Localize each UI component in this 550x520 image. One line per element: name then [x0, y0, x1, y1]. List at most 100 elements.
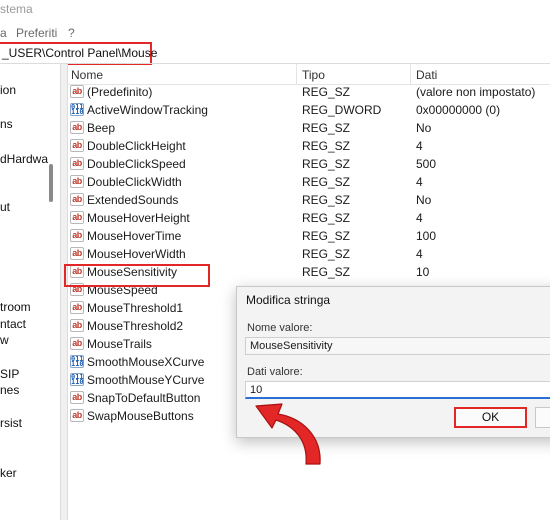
table-row[interactable]: ab (Predefinito) REG_SZ (valore non imposta… — [67, 83, 550, 101]
row-data: 100 — [416, 229, 437, 243]
row-name: MouseTrails — [87, 337, 152, 351]
mousesensitivity-highlight — [64, 264, 210, 287]
menu-item-favorites[interactable]: Preferiti — [16, 26, 57, 40]
row-data: 4 — [416, 211, 423, 225]
tree-item[interactable]: ntact — [0, 317, 26, 331]
string-value-icon: ab — [70, 337, 84, 350]
menu-item-file[interactable]: a — [0, 26, 7, 40]
string-value-icon: ab — [70, 229, 84, 242]
string-value-icon: ab — [70, 85, 84, 98]
value-name-label: Nome valore: — [247, 322, 313, 334]
tree-item[interactable]: SIP — [0, 367, 19, 381]
row-data: (valore non impostato) — [416, 85, 536, 99]
row-type: REG_SZ — [302, 211, 351, 225]
tree-item[interactable]: nes — [0, 383, 19, 397]
table-row[interactable]: ab DoubleClickSpeed REG_SZ 500 — [67, 155, 550, 173]
row-type: REG_SZ — [302, 247, 351, 261]
table-row[interactable]: ab MouseHoverHeight REG_SZ 4 — [67, 209, 550, 227]
string-value-icon: ab — [70, 121, 84, 134]
string-value-icon: ab — [70, 193, 84, 206]
row-data: 10 — [416, 265, 430, 279]
cancel-button[interactable] — [535, 407, 550, 428]
tree-item[interactable]: ut — [0, 200, 10, 214]
row-data: 500 — [416, 157, 437, 171]
row-type: REG_SZ — [302, 265, 351, 279]
table-row[interactable]: ab DoubleClickHeight REG_SZ 4 — [67, 137, 550, 155]
row-data: 0x00000000 (0) — [416, 103, 501, 117]
menu-item-help[interactable]: ? — [68, 26, 75, 40]
string-value-icon: ab — [70, 139, 84, 152]
row-name: MouseHoverTime — [87, 229, 182, 243]
value-data-label: Dati valore: — [247, 366, 303, 378]
row-name: MouseHoverHeight — [87, 211, 190, 225]
row-type: REG_SZ — [302, 121, 351, 135]
row-name: Beep — [87, 121, 116, 135]
list-header: Nome Tipo Dati — [67, 64, 550, 85]
string-value-icon: ab — [70, 175, 84, 188]
tree-item[interactable]: w — [0, 333, 9, 347]
binary-value-icon: 011 110 — [70, 355, 84, 368]
string-value-icon: ab — [70, 247, 84, 260]
column-header-type[interactable]: Tipo — [302, 68, 325, 82]
string-value-icon: ab — [70, 301, 84, 314]
tree-item[interactable]: troom — [0, 300, 31, 314]
value-name-field: MouseSensitivity — [245, 337, 550, 355]
column-divider[interactable] — [296, 64, 297, 84]
row-data: 4 — [416, 139, 423, 153]
row-data: No — [416, 121, 432, 135]
string-value-icon: ab — [70, 211, 84, 224]
row-data: No — [416, 193, 432, 207]
tree-item[interactable]: ker — [0, 466, 17, 480]
row-type: REG_SZ — [302, 175, 351, 189]
tree-item[interactable]: ion — [0, 83, 16, 97]
row-name: DoubleClickHeight — [87, 139, 186, 153]
table-row[interactable]: ab MouseHoverTime REG_SZ 100 — [67, 227, 550, 245]
row-type: REG_DWORD — [302, 103, 382, 117]
window-title-bar: stema — [0, 0, 550, 18]
value-name-text: MouseSensitivity — [250, 340, 333, 352]
table-row[interactable]: ab MouseHoverWidth REG_SZ 4 — [67, 245, 550, 263]
ok-button[interactable]: OK — [454, 407, 527, 428]
annotation-arrow-icon — [255, 403, 321, 465]
address-path: _USER\Control Panel\Mouse — [2, 46, 158, 60]
address-bar[interactable]: _USER\Control Panel\Mouse — [0, 42, 157, 65]
string-value-icon: ab — [70, 391, 84, 404]
row-name: MouseThreshold1 — [87, 301, 184, 315]
row-type: REG_SZ — [302, 139, 351, 153]
tree-scrollbar-thumb[interactable] — [49, 164, 53, 202]
row-name: SmoothMouseYCurve — [87, 373, 205, 387]
row-name: DoubleClickWidth — [87, 175, 182, 189]
string-value-icon: ab — [70, 157, 84, 170]
row-data: 4 — [416, 175, 423, 189]
row-type: REG_SZ — [302, 157, 351, 171]
column-header-data[interactable]: Dati — [416, 68, 437, 82]
row-type: REG_SZ — [302, 85, 351, 99]
string-value-icon: ab — [70, 409, 84, 422]
row-name: DoubleClickSpeed — [87, 157, 186, 171]
column-header-name[interactable]: Nome — [71, 68, 103, 82]
row-name: MouseThreshold2 — [87, 319, 184, 333]
table-row[interactable]: ab Beep REG_SZ No — [67, 119, 550, 137]
row-type: REG_SZ — [302, 229, 351, 243]
row-name: ExtendedSounds — [87, 193, 179, 207]
tree-item[interactable]: rsist — [0, 416, 22, 430]
row-name: MouseHoverWidth — [87, 247, 186, 261]
row-name: (Predefinito) — [87, 85, 153, 99]
row-data: 4 — [416, 247, 423, 261]
table-row[interactable]: ab ExtendedSounds REG_SZ No — [67, 191, 550, 209]
tree-pane: ion ns dHardwa ut troom ntact w SIP nes … — [0, 64, 60, 520]
tree-item[interactable]: dHardwa — [0, 152, 48, 166]
tree-item[interactable]: ns — [0, 117, 13, 131]
row-name: SmoothMouseXCurve — [87, 355, 205, 369]
window-title: stema — [0, 2, 33, 16]
row-name: SnapToDefaultButton — [87, 391, 201, 405]
row-name: SwapMouseButtons — [87, 409, 194, 423]
string-value-icon: ab — [70, 319, 84, 332]
row-name: ActiveWindowTracking — [87, 103, 208, 117]
table-row[interactable]: ab DoubleClickWidth REG_SZ 4 — [67, 173, 550, 191]
binary-value-icon: 011 110 — [70, 373, 84, 386]
column-divider[interactable] — [410, 64, 411, 84]
binary-value-icon: 011 110 — [70, 103, 84, 116]
table-row[interactable]: 011 110 ActiveWindowTracking REG_DWORD 0x00… — [67, 101, 550, 119]
row-type: REG_SZ — [302, 193, 351, 207]
